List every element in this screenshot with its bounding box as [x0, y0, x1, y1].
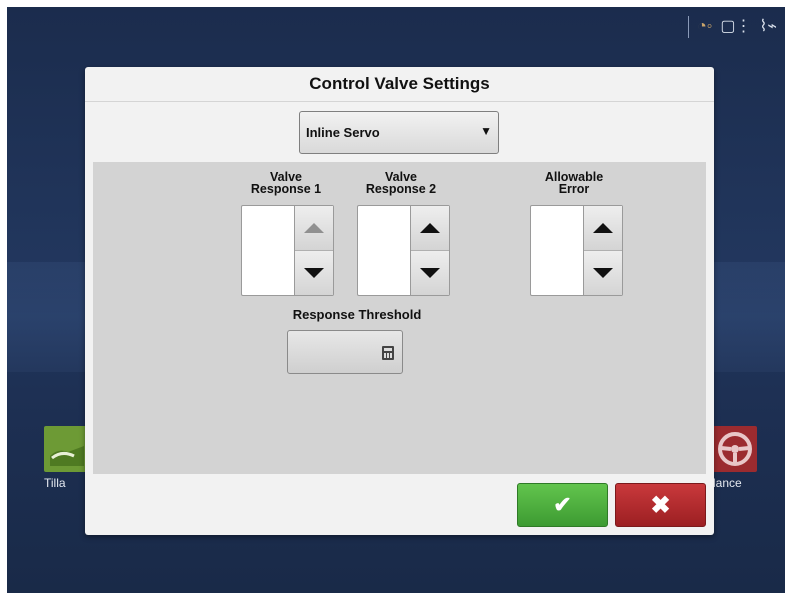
status-bar: ◔◦ ▢⋮ ⌇⌁	[688, 14, 777, 40]
status-separator	[688, 16, 690, 38]
response-threshold-label: Response Threshold	[292, 307, 422, 322]
valve-response-1-label-line2: Response 1	[250, 182, 322, 196]
arrow-up-icon	[593, 223, 614, 233]
arrow-down-icon	[420, 268, 441, 278]
guidance-app-label: lance	[713, 476, 742, 490]
allowable-error-label: Allowable Error	[524, 171, 624, 196]
valve-response-2-decrement-button[interactable]	[411, 250, 449, 295]
arrow-up-icon	[420, 223, 441, 233]
valve-response-1-label: Valve Response 1	[239, 171, 333, 196]
valve-response-2-value[interactable]	[358, 206, 410, 295]
dialog-title: Control Valve Settings	[85, 67, 714, 102]
valve-response-1-buttons	[294, 206, 333, 295]
valve-type-dropdown[interactable]: Inline Servo ▼	[299, 111, 499, 154]
display-icon[interactable]: ▢⋮	[720, 17, 751, 37]
allowable-error-label-line2: Error	[558, 182, 590, 196]
allowable-error-spinner	[530, 205, 623, 296]
valve-response-2-increment-button[interactable]	[411, 206, 449, 250]
valve-response-1-spinner	[241, 205, 334, 296]
accept-button[interactable]: ✔	[517, 483, 608, 527]
calculator-icon	[382, 346, 394, 360]
allowable-error-increment-button[interactable]	[584, 206, 622, 250]
dropdown-caret-icon: ▼	[480, 124, 492, 138]
allowable-error-decrement-button[interactable]	[584, 250, 622, 295]
valve-response-1-value[interactable]	[242, 206, 294, 295]
gps-satellite-icon[interactable]: ⌇⌁	[760, 17, 777, 37]
allowable-error-buttons	[583, 206, 622, 295]
guidance-app-tile[interactable]: lance	[713, 426, 763, 498]
steering-wheel-icon	[713, 426, 757, 472]
valve-type-selected-value: Inline Servo	[306, 125, 380, 140]
arrow-down-icon	[593, 268, 614, 278]
cancel-button[interactable]: ✖	[615, 483, 706, 527]
valve-response-2-spinner	[357, 205, 450, 296]
response-threshold-field[interactable]	[287, 330, 403, 374]
valve-response-2-buttons	[410, 206, 449, 295]
settings-panel: Valve Response 1 Valve Response 2 Allowa…	[93, 162, 706, 474]
control-valve-settings-dialog: Control Valve Settings Inline Servo ▼ Va…	[85, 67, 714, 535]
close-icon: ✖	[650, 491, 671, 519]
allowable-error-value[interactable]	[531, 206, 583, 295]
tillage-icon	[44, 426, 88, 472]
arrow-up-icon	[304, 223, 325, 233]
rate-control-icon[interactable]: ◔◦	[697, 17, 712, 37]
arrow-down-icon	[304, 268, 325, 278]
valve-response-1-increment-button[interactable]	[295, 206, 333, 250]
valve-response-2-label: Valve Response 2	[354, 171, 448, 196]
valve-response-2-label-line2: Response 2	[365, 182, 437, 196]
valve-response-1-decrement-button[interactable]	[295, 250, 333, 295]
checkmark-icon: ✔	[553, 492, 572, 517]
